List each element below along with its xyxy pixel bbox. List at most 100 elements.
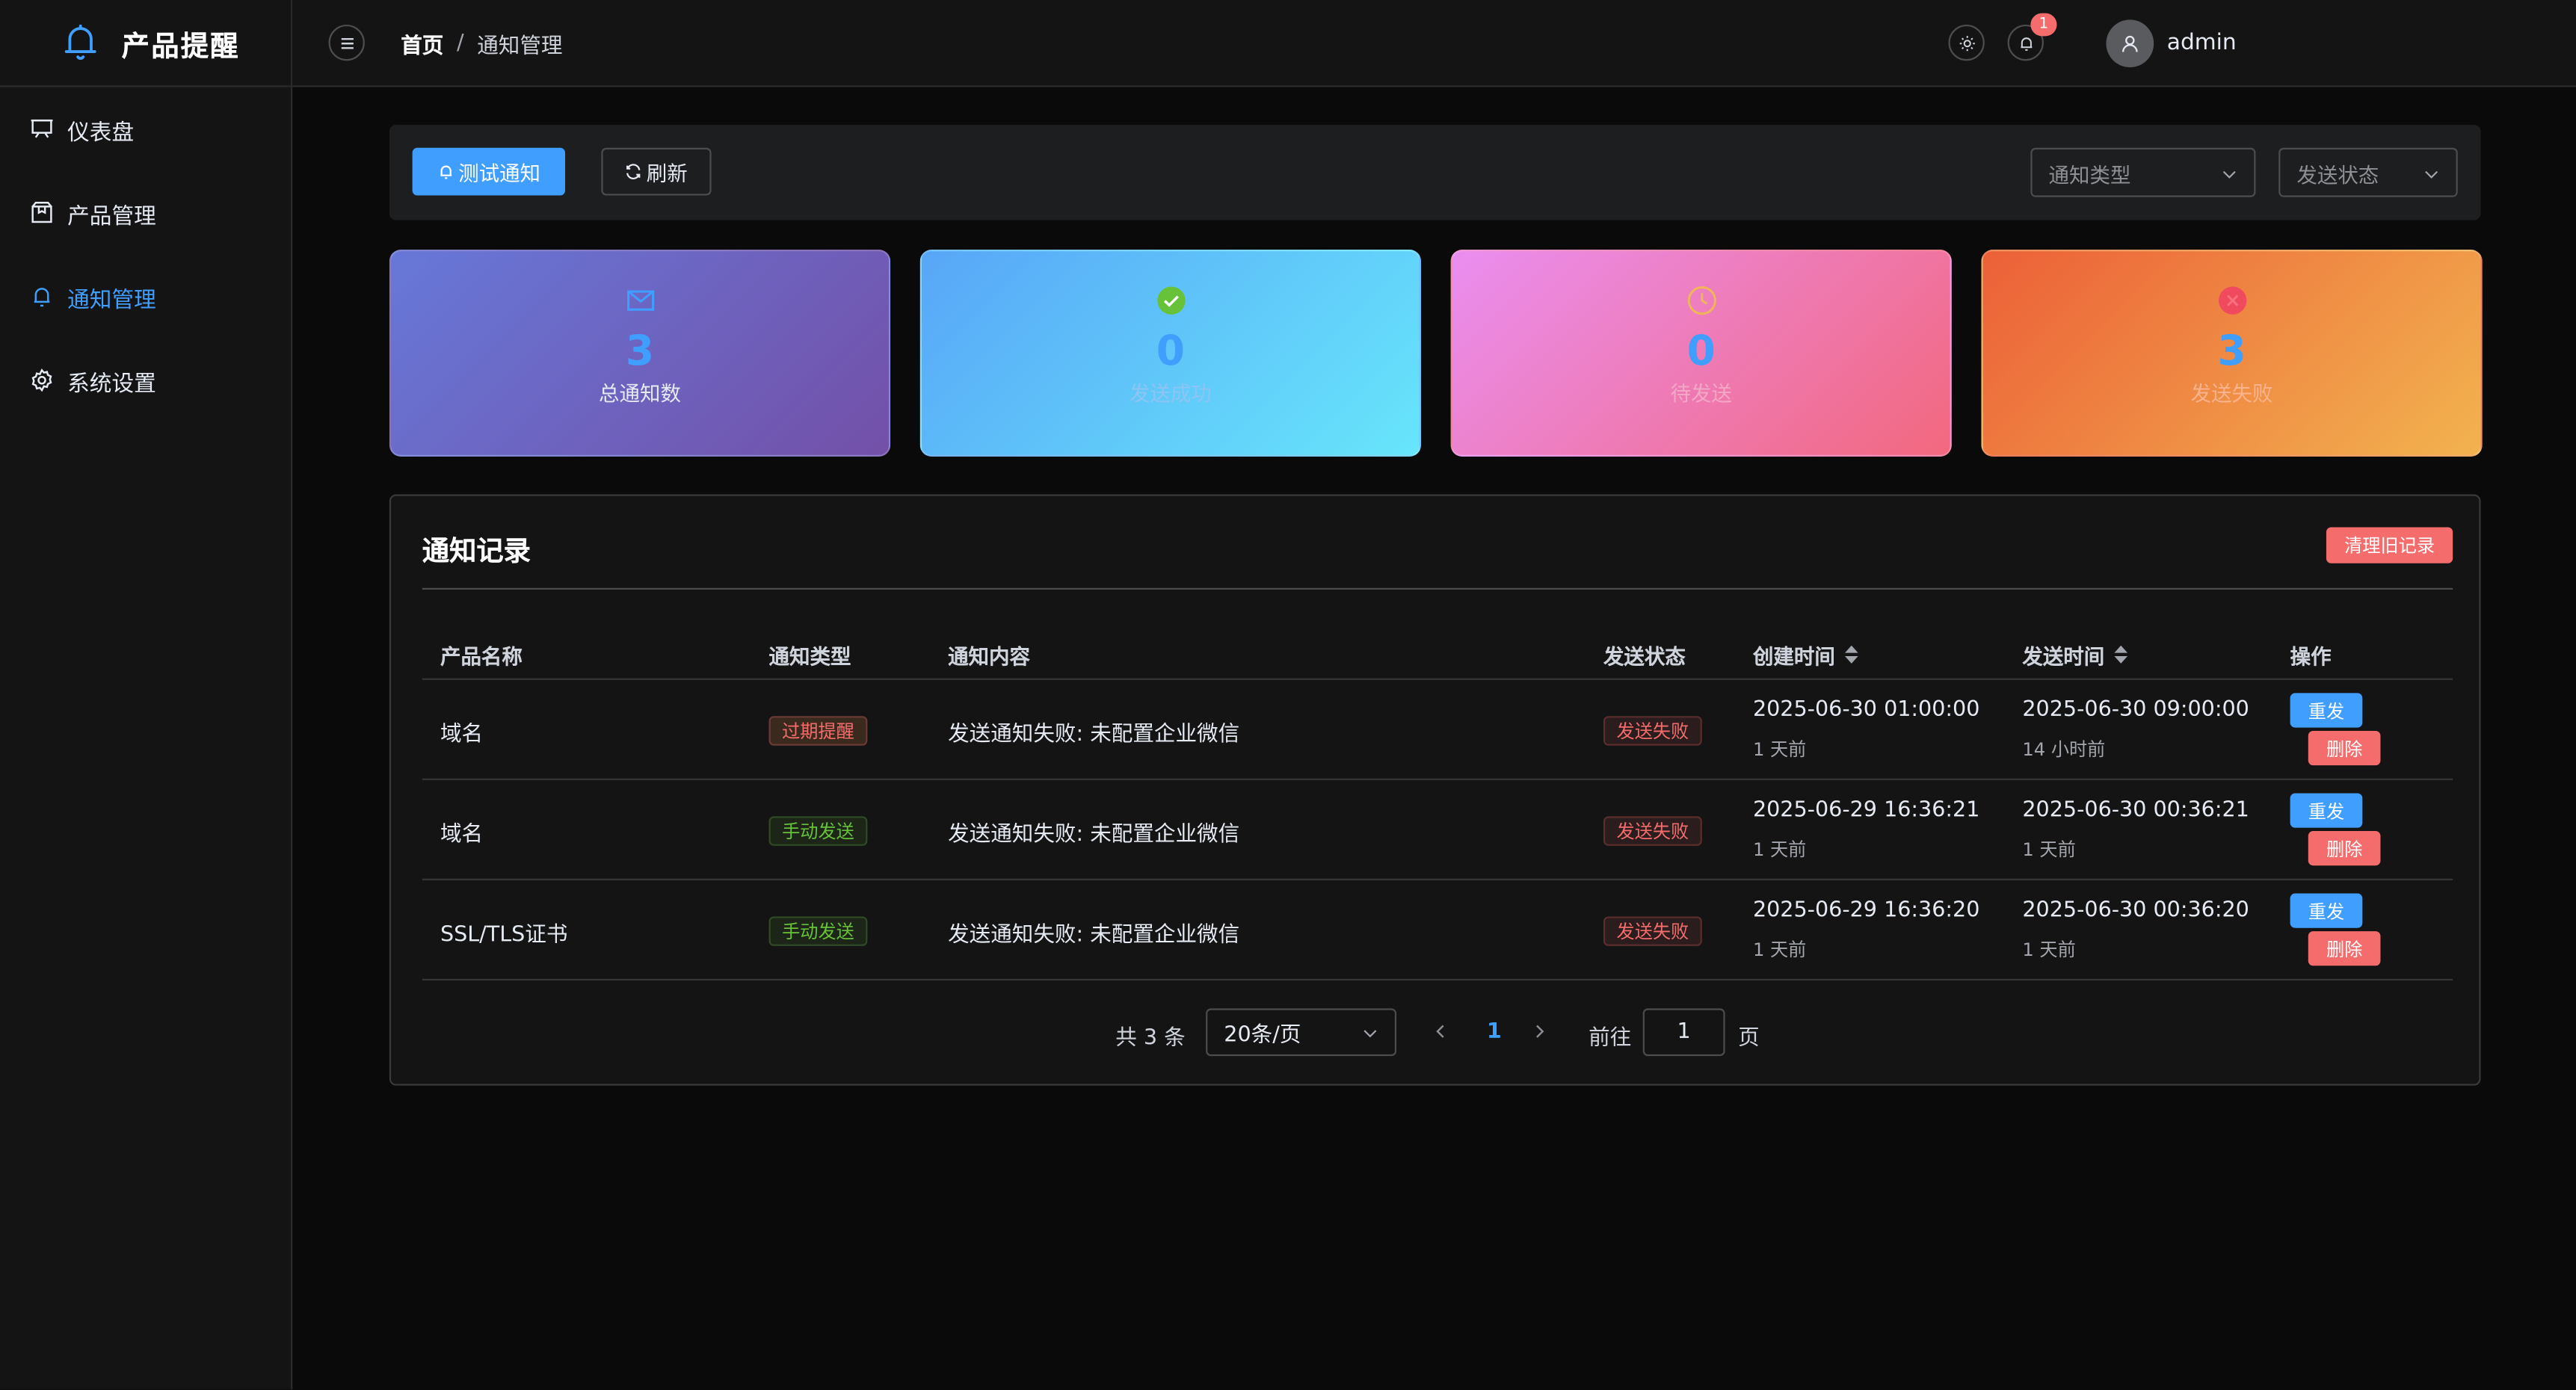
bell-icon (440, 165, 452, 179)
page-number[interactable]: 1 (1487, 1020, 1502, 1045)
column-label: 操作 (2290, 643, 2332, 669)
clock-icon (1686, 286, 1716, 315)
username[interactable]: admin (2167, 30, 2237, 56)
chevron-right-icon[interactable] (1531, 1022, 1547, 1041)
delete-button[interactable]: 删除 (2308, 730, 2381, 766)
sidebar-item-label: 系统设置 (67, 370, 156, 397)
retry-button[interactable]: 重发 (2290, 893, 2363, 928)
notification-content: 发送通知失败: 未配置企业微信 (948, 722, 1240, 747)
column-header-content: 通知内容 (948, 639, 1030, 670)
theme-toggle-button[interactable] (1948, 24, 1985, 61)
app-title: 产品提醒 (121, 30, 240, 64)
type-tag: 手动发送 (768, 816, 868, 846)
divider (422, 587, 2453, 590)
breadcrumb-current: 通知管理 (477, 34, 563, 59)
user-icon (2122, 35, 2138, 52)
stat-card-success: 0 发送成功 (919, 250, 1422, 457)
sidebar-item-settings[interactable]: 系统设置 (0, 339, 291, 422)
sent-relative: 1 天前 (2022, 839, 2076, 861)
table-row: 域名 手动发送 发送通知失败: 未配置企业微信 发送失败 2025-06-29 … (422, 780, 2453, 880)
column-label: 产品名称 (440, 643, 523, 669)
type-tag: 过期提醒 (768, 716, 868, 746)
sent-relative: 14 小时前 (2022, 738, 2106, 761)
delete-button[interactable]: 删除 (2308, 931, 2381, 966)
send-status-placeholder: 发送状态 (2296, 161, 2379, 187)
goto-page-input[interactable]: 1 (1642, 1008, 1725, 1057)
bell-icon (2020, 37, 2032, 50)
clear-old-records-button[interactable]: 清理旧记录 (2326, 527, 2453, 563)
stat-value: 0 (1156, 327, 1185, 375)
error-circle-icon (2217, 286, 2246, 315)
bell-logo-icon (64, 24, 96, 60)
refresh-button[interactable]: 刷新 (601, 147, 712, 196)
hamburger-icon (340, 37, 353, 49)
created-time: 2025-06-29 16:36:20 1 天前 (1753, 898, 1979, 963)
created-relative: 1 天前 (1752, 738, 1807, 761)
column-label: 创建时间 (1752, 643, 1835, 669)
created-time: 2025-06-29 16:36:21 1 天前 (1753, 798, 1979, 862)
table-header: 产品名称 通知类型 通知内容 发送状态 创建时间 发送时间 操作 (422, 624, 2453, 680)
created-relative: 1 天前 (1752, 939, 1807, 961)
app-root: 产品提醒 仪表盘 产品管理 通知管理 系统设置 首页 / 通知管理 1 admi… (0, 0, 2576, 1390)
stat-label: 待发送 (1670, 380, 1732, 406)
product-name: 域名 (440, 722, 484, 747)
column-header-actions: 操作 (2290, 639, 2332, 670)
sidebar-item-label: 产品管理 (67, 203, 156, 229)
sidebar-item-products[interactable]: 产品管理 (0, 171, 291, 255)
sent-time: 2025-06-30 00:36:20 1 天前 (2022, 898, 2249, 963)
stat-value: 3 (2217, 327, 2246, 375)
column-header-created[interactable]: 创建时间 (1753, 639, 1858, 670)
table-row: 域名 过期提醒 发送通知失败: 未配置企业微信 发送失败 2025-06-30 … (422, 680, 2453, 780)
sort-icon[interactable] (2114, 645, 2128, 664)
sent-datetime: 2025-06-30 00:36:20 (2022, 898, 2249, 924)
mail-icon (626, 290, 654, 311)
avatar[interactable] (2106, 19, 2154, 68)
created-relative: 1 天前 (1752, 839, 1807, 861)
sidebar-item-label: 仪表盘 (67, 119, 135, 146)
sidebar-item-notifications[interactable]: 通知管理 (0, 255, 291, 339)
stat-label: 发送失败 (2190, 380, 2273, 406)
stat-label: 总通知数 (599, 380, 681, 406)
retry-button[interactable]: 重发 (2290, 693, 2363, 728)
page-suffix: 页 (1738, 1026, 1760, 1051)
sent-relative: 1 天前 (2022, 939, 2076, 961)
stat-value: 3 (625, 327, 655, 375)
test-notification-button[interactable]: 测试通知 (412, 147, 566, 196)
notification-badge: 1 (2030, 13, 2057, 37)
records-panel: 通知记录 清理旧记录 产品名称 通知类型 通知内容 发送状态 创建时间 发送时间… (389, 494, 2481, 1086)
page-size-select[interactable]: 20条/页 (1206, 1008, 1397, 1057)
type-tag: 手动发送 (768, 916, 868, 946)
sort-icon[interactable] (1845, 645, 1858, 664)
dashboard-icon (31, 119, 53, 138)
goto-label: 前往 (1589, 1026, 1632, 1051)
status-tag: 发送失败 (1603, 816, 1702, 846)
page-size-value: 20条/页 (1224, 1023, 1301, 1048)
chevron-left-icon[interactable] (1432, 1022, 1449, 1041)
sidebar-item-label: 通知管理 (67, 286, 156, 313)
refresh-label: 刷新 (646, 161, 688, 186)
column-header-sent[interactable]: 发送时间 (2022, 639, 2128, 670)
column-label: 通知内容 (948, 643, 1030, 669)
product-name: SSL/TLS证书 (440, 923, 568, 948)
stat-card-failed: 3 发送失败 (1981, 250, 2483, 457)
menu-collapse-button[interactable] (328, 24, 365, 61)
stat-card-pending: 0 待发送 (1450, 250, 1952, 457)
chevron-down-icon (2222, 170, 2236, 179)
check-circle-icon (1156, 286, 1185, 315)
created-datetime: 2025-06-29 16:36:21 (1752, 798, 1980, 824)
send-status-select[interactable]: 发送状态 (2278, 147, 2458, 197)
column-label: 通知类型 (768, 643, 851, 669)
sidebar: 产品提醒 仪表盘 产品管理 通知管理 系统设置 (0, 0, 293, 1390)
notification-type-select[interactable]: 通知类型 (2030, 147, 2256, 197)
stat-card-total: 3 总通知数 (389, 250, 891, 457)
notification-type-placeholder: 通知类型 (2048, 161, 2131, 187)
logo[interactable]: 产品提醒 (0, 0, 291, 87)
retry-button[interactable]: 重发 (2290, 793, 2363, 828)
stat-value: 0 (1686, 327, 1716, 375)
table-row: SSL/TLS证书 手动发送 发送通知失败: 未配置企业微信 发送失败 2025… (422, 880, 2453, 981)
breadcrumb-home[interactable]: 首页 (401, 27, 443, 58)
sidebar-item-dashboard[interactable]: 仪表盘 (0, 87, 291, 170)
delete-button[interactable]: 删除 (2308, 831, 2381, 866)
column-header-type: 通知类型 (769, 639, 851, 670)
sent-datetime: 2025-06-30 09:00:00 (2022, 698, 2249, 723)
